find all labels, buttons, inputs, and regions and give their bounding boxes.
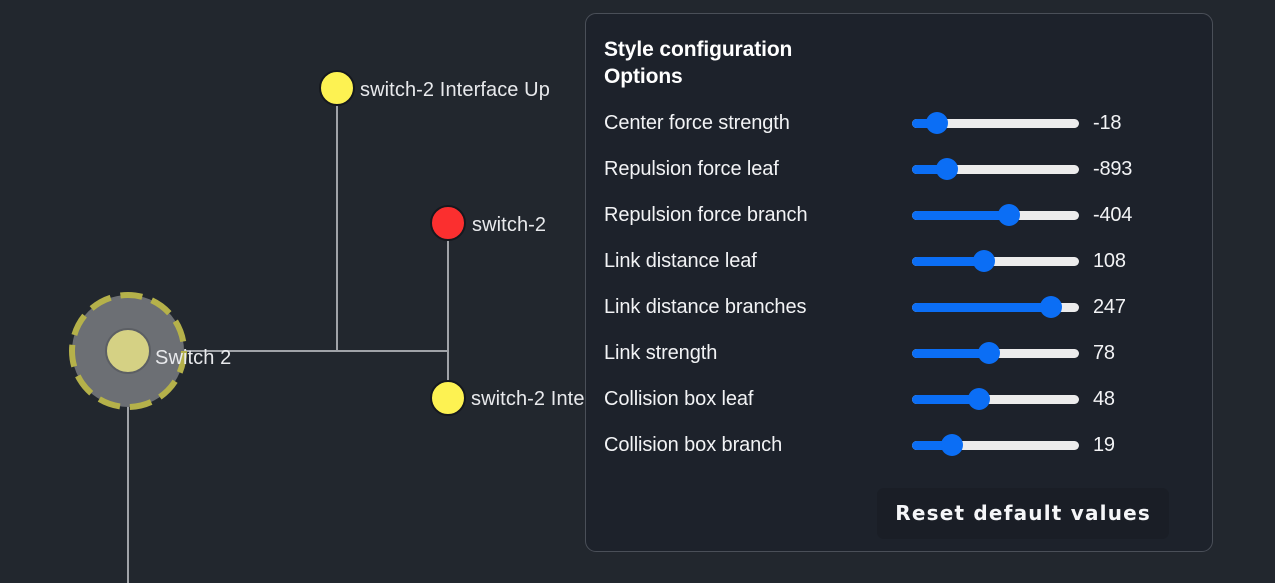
reset-default-values-button[interactable]: Reset default values bbox=[877, 488, 1169, 539]
slider-thumb[interactable] bbox=[936, 158, 958, 180]
panel-title: Style configuration Options bbox=[604, 36, 844, 90]
root-node-core[interactable] bbox=[106, 329, 150, 373]
slider-fill bbox=[912, 211, 1009, 220]
slider-5[interactable] bbox=[912, 342, 1079, 364]
slider-thumb[interactable] bbox=[968, 388, 990, 410]
option-row: Repulsion force leaf -893 bbox=[604, 146, 1182, 192]
option-label: Collision box leaf bbox=[604, 388, 912, 411]
option-row: Center force strength -18 bbox=[604, 100, 1182, 146]
option-value: -893 bbox=[1093, 158, 1132, 181]
slider-thumb[interactable] bbox=[941, 434, 963, 456]
option-label: Link strength bbox=[604, 342, 912, 365]
graph-node-leaf-bottom[interactable] bbox=[431, 381, 465, 415]
option-value: 19 bbox=[1093, 434, 1115, 457]
slider-thumb[interactable] bbox=[926, 112, 948, 134]
slider-thumb[interactable] bbox=[1040, 296, 1062, 318]
panel-title-line-1: Style configuration bbox=[604, 38, 792, 61]
slider-2[interactable] bbox=[912, 204, 1079, 226]
option-row: Collision box leaf 48 bbox=[604, 376, 1182, 422]
option-row: Collision box branch 19 bbox=[604, 422, 1182, 468]
slider-6[interactable] bbox=[912, 388, 1079, 410]
option-value: 108 bbox=[1093, 250, 1126, 273]
node-label-root: Switch 2 bbox=[155, 347, 231, 370]
option-value: -404 bbox=[1093, 204, 1132, 227]
graph-node-leaf-top[interactable] bbox=[320, 71, 354, 105]
slider-thumb[interactable] bbox=[978, 342, 1000, 364]
option-label: Repulsion force branch bbox=[604, 204, 912, 227]
option-label: Link distance branches bbox=[604, 296, 912, 319]
slider-fill bbox=[912, 303, 1051, 312]
node-label-leaf-top: switch-2 Interface Up bbox=[360, 79, 550, 102]
slider-3[interactable] bbox=[912, 250, 1079, 272]
slider-7[interactable] bbox=[912, 434, 1079, 456]
slider-thumb[interactable] bbox=[998, 204, 1020, 226]
option-label: Link distance leaf bbox=[604, 250, 912, 273]
slider-4[interactable] bbox=[912, 296, 1079, 318]
option-label: Center force strength bbox=[604, 112, 912, 135]
option-label: Collision box branch bbox=[604, 434, 912, 457]
app-root: Switch 2switch-2 Interface Upswitch-2swi… bbox=[0, 0, 1275, 583]
option-value: 78 bbox=[1093, 342, 1115, 365]
style-options-list: Center force strength -18 Repulsion force … bbox=[604, 100, 1182, 468]
style-configuration-panel: Style configuration Options Center force… bbox=[585, 13, 1213, 552]
option-label: Repulsion force leaf bbox=[604, 158, 912, 181]
slider-thumb[interactable] bbox=[973, 250, 995, 272]
panel-title-line-2: Options bbox=[604, 65, 683, 88]
option-row: Repulsion force branch -404 bbox=[604, 192, 1182, 238]
slider-1[interactable] bbox=[912, 158, 1079, 180]
option-value: 247 bbox=[1093, 296, 1126, 319]
graph-node-branch-red[interactable] bbox=[431, 206, 465, 240]
option-value: 48 bbox=[1093, 388, 1115, 411]
node-label-branch-red: switch-2 bbox=[472, 214, 546, 237]
slider-0[interactable] bbox=[912, 112, 1079, 134]
option-value: -18 bbox=[1093, 112, 1121, 135]
option-row: Link distance branches 247 bbox=[604, 284, 1182, 330]
option-row: Link distance leaf 108 bbox=[604, 238, 1182, 284]
reset-row: Reset default values bbox=[604, 488, 1182, 539]
graph-nodes[interactable] bbox=[72, 71, 465, 415]
option-row: Link strength 78 bbox=[604, 330, 1182, 376]
